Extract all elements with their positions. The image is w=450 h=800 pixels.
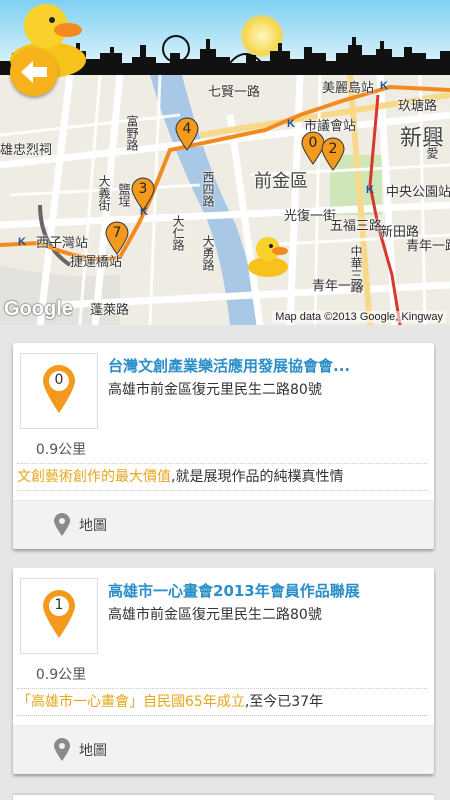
card-footer: 地圖 [13,500,434,549]
rubber-duck-marker [248,237,288,277]
distance-label: 0.9公里 [35,442,87,458]
map-pin-number: 2 [328,141,338,157]
map-label: 大仁路 [171,215,185,251]
map-label: 中華三路 [349,245,363,293]
map-pin-number: 3 [138,181,148,197]
map-pin[interactable]: 2 [320,137,346,171]
description-text: ,就是展現作品的純樸真性情 [171,469,344,485]
map-pin[interactable]: 7 [104,221,130,255]
map-roads: KKKKK [0,75,450,325]
distance-label: 0.9公里 [35,667,87,683]
map-label: 西四路 [201,171,215,207]
event-card-partial[interactable] [13,795,434,800]
event-list[interactable]: 0 0.9公里 台灣文創產業樂活應用發展協會會... 高雄市前金區復元里民生二路… [0,325,450,800]
event-title[interactable]: 高雄市一心畫會2013年會員作品聯展 [108,580,424,601]
event-title[interactable]: 台灣文創產業樂活應用發展協會會... [108,355,424,376]
svg-text:K: K [366,184,374,196]
map-label: 雄忠烈祠 [0,143,53,158]
description-highlight: 文創藝術創作的最大價值 [17,469,171,485]
map-label: 大義街 [97,175,111,211]
event-description: 文創藝術創作的最大價值,就是展現作品的純樸真性情 [17,463,427,491]
pin-number: 1 [54,597,64,613]
event-address: 高雄市前金區復元里民生二路80號 [108,607,322,623]
map-marker-icon [54,738,70,761]
map-label: 蓬萊路 [90,303,130,318]
map-button-label: 地圖 [79,518,107,534]
map-button[interactable]: 地圖 [53,738,107,762]
map-pin-number: 7 [112,225,122,241]
map-pin[interactable]: 3 [130,177,156,211]
card-footer: 地圖 [13,725,434,774]
svg-text:K: K [18,236,26,248]
map-button-label: 地圖 [79,743,107,759]
event-card[interactable]: 0 0.9公里 台灣文創產業樂活應用發展協會會... 高雄市前金區復元里民生二路… [13,343,434,549]
map-marker-icon [54,513,70,536]
map-label: 七賢一路 [208,85,261,100]
map-view[interactable]: KKKKK 美麗島站 七賢一路 市議會站 前金區 新興 中央公園站 光復一街 五… [0,75,450,325]
map-label: 玖瑭路 [398,99,438,114]
description-text: ,至今已37年 [244,694,324,710]
map-label: 中央公園站 [386,185,450,200]
event-address: 高雄市前金區復元里民生二路80號 [108,382,322,398]
google-logo: Google [4,298,73,320]
map-pin-number: 4 [182,121,192,137]
map-pin[interactable]: 4 [174,117,200,151]
map-button[interactable]: 地圖 [53,513,107,537]
map-label: 前金區 [254,171,308,192]
back-button[interactable] [10,48,58,96]
event-thumbnail: 1 [20,578,98,654]
event-description: 「高雄市一心畫會」自民國65年成立,至今已37年 [17,688,427,716]
svg-text:K: K [380,80,388,92]
map-label: 仁愛 [425,135,439,159]
map-label: 青年一路 [406,239,450,254]
map-label: 美麗島站 [322,81,375,96]
svg-text:K: K [287,118,295,130]
map-label: 五福三路 [330,219,383,234]
map-label: 富野路 [125,115,139,151]
map-label: 光復一街 [284,209,337,224]
back-arrow-icon [21,61,47,83]
event-card[interactable]: 1 0.9公里 高雄市一心畫會2013年會員作品聯展 高雄市前金區復元里民生二路… [13,568,434,774]
map-attribution: Map data ©2013 Google, Kingway [272,311,446,323]
pin-number: 0 [54,372,64,388]
description-highlight: 「高雄市一心畫會」自民國65年成立 [17,694,245,710]
event-thumbnail: 0 [20,353,98,429]
map-label: 大勇路 [201,235,215,271]
map-label: 西子灣站 [36,236,89,251]
